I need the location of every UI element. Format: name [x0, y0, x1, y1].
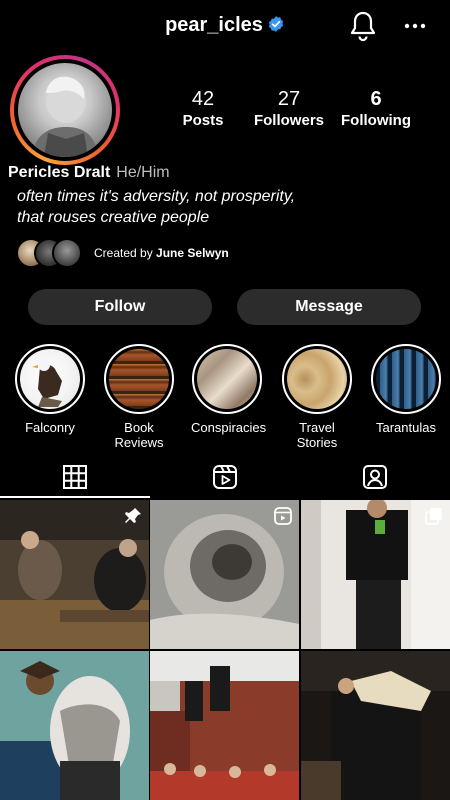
more-icon[interactable]	[403, 16, 427, 36]
profile-header: pear_icles	[0, 0, 450, 54]
posts-count: 42	[191, 88, 215, 110]
highlight-falconry[interactable]: Falconry	[14, 344, 86, 435]
display-name: Pericles Dralt	[8, 164, 111, 181]
highlight-tarantulas[interactable]: Tarantulas	[370, 344, 442, 435]
tagged-icon	[363, 465, 387, 489]
post-thumbnail[interactable]	[0, 500, 149, 649]
tab-tagged[interactable]	[300, 458, 450, 496]
creator-name[interactable]: June Selwyn	[156, 246, 229, 260]
post-thumbnail[interactable]	[301, 500, 450, 649]
highlight-label: Tarantulas	[376, 420, 436, 435]
following-label: Following	[341, 112, 411, 129]
creator-credit: Created by June Selwyn	[94, 246, 229, 260]
reels-icon	[213, 465, 237, 489]
follow-button[interactable]: Follow	[28, 289, 212, 325]
stat-followers[interactable]: 27 Followers	[251, 88, 327, 129]
post-thumbnail[interactable]	[0, 651, 149, 800]
creator-row[interactable]: Created by June Selwyn	[16, 238, 229, 268]
username-title: pear_icles	[0, 14, 450, 37]
creator-avatar	[52, 238, 82, 268]
post-thumbnail[interactable]	[150, 651, 299, 800]
profile-tabs	[0, 458, 450, 498]
highlight-cover	[109, 349, 169, 409]
stat-following[interactable]: 6 Following	[337, 88, 415, 129]
name-row: Pericles Dralt He/Him	[8, 164, 170, 182]
active-tab-indicator	[0, 496, 150, 498]
creator-prefix: Created by	[94, 246, 153, 260]
avatar-photo	[18, 63, 112, 157]
tab-reels[interactable]	[150, 458, 300, 496]
bio: often times it's adversity, not prosperi…	[17, 186, 397, 228]
message-button[interactable]: Message	[237, 289, 421, 325]
posts-label: Posts	[182, 112, 224, 129]
following-count: 6	[370, 88, 382, 110]
pronouns: He/Him	[116, 164, 170, 181]
highlight-cover	[197, 349, 257, 409]
highlight-conspiracies[interactable]: Conspiracies	[191, 344, 267, 435]
verified-badge-icon	[268, 16, 284, 32]
highlight-travel-stories[interactable]: Travel Stories	[281, 344, 353, 450]
username: pear_icles	[165, 14, 263, 36]
followers-count: 27	[277, 88, 301, 110]
bell-icon[interactable]	[349, 10, 377, 42]
highlight-book-reviews[interactable]: Book Reviews	[103, 344, 175, 450]
highlight-label: Book Reviews	[114, 420, 164, 450]
followers-label: Followers	[253, 112, 324, 129]
post-thumbnail[interactable]	[301, 651, 450, 800]
posts-grid	[0, 500, 450, 800]
tab-grid[interactable]	[0, 458, 150, 496]
post-thumbnail[interactable]	[150, 500, 299, 649]
bio-line-2: that rouses creative people	[17, 209, 210, 226]
stat-posts[interactable]: 42 Posts	[175, 88, 231, 129]
highlight-label: Travel Stories	[296, 420, 338, 450]
grid-icon	[63, 465, 87, 489]
carousel-icon	[425, 508, 442, 525]
highlight-label: Conspiracies	[191, 420, 267, 435]
highlight-cover	[20, 349, 80, 409]
highlight-cover	[287, 349, 347, 409]
highlight-cover	[376, 349, 436, 409]
reel-badge-icon	[274, 507, 292, 525]
highlight-label: Falconry	[25, 420, 75, 435]
bio-line-1: often times it's adversity, not prosperi…	[17, 188, 296, 205]
pinned-icon	[125, 508, 141, 523]
profile-avatar[interactable]	[10, 55, 120, 165]
